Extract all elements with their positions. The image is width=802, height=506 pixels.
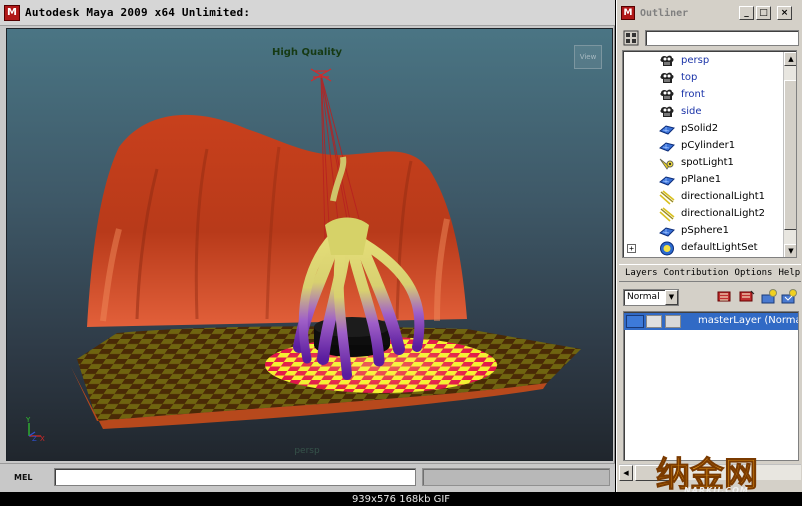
outliner-list[interactable]: persp top front side pSolid2 pCylinder1 spotLi… — [622, 50, 797, 258]
outliner-item-label: front — [681, 89, 705, 100]
outliner-item-label: directionalLight1 — [681, 191, 766, 202]
outliner-vertical-scrollbar[interactable]: ▲ ▼ — [783, 52, 796, 257]
camera-icon — [659, 54, 675, 69]
outliner-item-label: side — [681, 106, 702, 117]
maximize-button[interactable]: □ — [756, 6, 771, 20]
menu-contribution[interactable]: Contribution — [664, 268, 729, 278]
layer-mode-select[interactable]: Normal ▼ — [623, 289, 679, 306]
svg-text:Y: Y — [25, 416, 31, 424]
maya-logo-icon: M — [4, 4, 20, 21]
menu-layers[interactable]: Layers — [625, 268, 658, 278]
layer-name: masterLayer (Normal) — [698, 315, 799, 326]
scene-render: Y X Z — [25, 68, 581, 443]
new-layer-selected-icon[interactable] — [779, 288, 799, 306]
outliner-item-pSphere1[interactable]: pSphere1 — [623, 223, 783, 240]
outliner-item-directionalLight1[interactable]: directionalLight1 — [623, 189, 783, 206]
light-set-icon — [659, 241, 675, 256]
minimize-button[interactable]: _ — [739, 6, 754, 20]
image-info-bar: 939x576 168kb GIF — [0, 492, 802, 506]
new-layer-icon[interactable] — [759, 288, 779, 306]
maya-title-bar[interactable]: M Autodesk Maya 2009 x64 Unlimited: — [0, 0, 615, 26]
layer-row-master[interactable]: masterLayer (Normal) — [624, 313, 799, 330]
outliner-title-bar[interactable]: M Outliner — [617, 2, 802, 24]
menu-options[interactable]: Options — [735, 268, 773, 278]
layer-menu-bar: Layers Contribution Options Help — [619, 264, 801, 282]
camera-icon — [659, 105, 675, 120]
view-cube[interactable]: View — [574, 45, 602, 69]
outliner-item-label: persp — [681, 55, 710, 66]
svg-text:X: X — [40, 435, 45, 443]
scroll-down-icon[interactable]: ▼ — [784, 244, 796, 257]
mel-command-input[interactable] — [54, 468, 416, 486]
outliner-item-defaultLightSet[interactable]: + defaultLightSet — [623, 240, 783, 257]
mesh-icon — [659, 122, 675, 137]
menu-help[interactable]: Help — [778, 268, 800, 278]
outliner-item-pCylinder1[interactable]: pCylinder1 — [623, 138, 783, 155]
chevron-down-icon[interactable]: ▼ — [665, 290, 678, 305]
layer-mode-value: Normal — [627, 292, 660, 302]
outliner-item-label: directionalLight2 — [681, 208, 766, 219]
mel-label[interactable]: MEL — [14, 473, 33, 482]
outliner-item-directionalLight2[interactable]: directionalLight2 — [623, 206, 783, 223]
filter-icon[interactable] — [623, 30, 639, 46]
expand-icon[interactable]: + — [627, 244, 636, 253]
layer-editor: Layers Contribution Options Help Normal … — [619, 264, 801, 462]
outliner-item-label: pSphere1 — [681, 225, 729, 236]
layer-render-visible-icon[interactable] — [626, 315, 644, 328]
layer-move-up-icon[interactable] — [715, 288, 735, 306]
image-info-text: 939x576 168kb GIF — [351, 494, 451, 505]
outliner-item-label: pSolid2 — [681, 123, 719, 134]
outliner-item-pPlane1[interactable]: pPlane1 — [623, 172, 783, 189]
directional-light-icon — [659, 190, 675, 205]
layer-recycle-icon[interactable] — [646, 315, 662, 328]
command-result-field — [422, 468, 610, 486]
outliner-toolbar — [619, 28, 801, 48]
maya-main-window: M Autodesk Maya 2009 x64 Unlimited: Y X … — [0, 0, 615, 492]
outliner-item-label: top — [681, 72, 698, 83]
camera-icon — [659, 88, 675, 103]
maya-window-title: Autodesk Maya 2009 x64 Unlimited: — [25, 6, 251, 19]
scroll-left-icon[interactable]: ◀ — [619, 465, 633, 481]
outliner-search-input[interactable] — [645, 30, 799, 46]
outliner-window: M Outliner _ □ × persp top front side pSolid… — [616, 0, 802, 492]
perspective-viewport[interactable]: Y X Z High Quality View persp — [6, 28, 613, 461]
mesh-icon — [659, 224, 675, 239]
camera-icon — [659, 71, 675, 86]
maya-logo-icon: M — [621, 6, 635, 20]
outliner-item-label: pPlane1 — [681, 174, 722, 185]
layer-move-down-icon[interactable] — [737, 288, 757, 306]
scrollbar-thumb[interactable] — [784, 80, 796, 230]
layer-list[interactable]: masterLayer (Normal) — [623, 311, 799, 461]
outliner-item-top[interactable]: top — [623, 70, 783, 87]
close-button[interactable]: × — [777, 6, 792, 20]
camera-name-label: persp — [294, 446, 320, 456]
directional-light-icon — [659, 207, 675, 222]
layer-color-icon[interactable] — [665, 315, 681, 328]
outliner-item-side[interactable]: side — [623, 104, 783, 121]
outliner-item-label: defaultLightSet — [681, 242, 758, 253]
mesh-icon — [659, 173, 675, 188]
outliner-item-pSolid2[interactable]: pSolid2 — [623, 121, 783, 138]
render-quality-label: High Quality — [271, 47, 343, 58]
spotlight-icon — [659, 156, 675, 171]
command-line-bar: MEL — [0, 463, 615, 492]
outliner-item-label: pCylinder1 — [681, 140, 736, 151]
svg-text:Z: Z — [32, 435, 37, 443]
outliner-item-persp[interactable]: persp — [623, 53, 783, 70]
outliner-item-front[interactable]: front — [623, 87, 783, 104]
outliner-item-label: spotLight1 — [681, 157, 734, 168]
scroll-up-icon[interactable]: ▲ — [784, 52, 796, 66]
outliner-window-title: Outliner — [640, 7, 689, 19]
outliner-item-spotLight1[interactable]: spotLight1 — [623, 155, 783, 172]
mesh-icon — [659, 139, 675, 154]
layer-toolbar: Normal ▼ — [619, 286, 801, 308]
